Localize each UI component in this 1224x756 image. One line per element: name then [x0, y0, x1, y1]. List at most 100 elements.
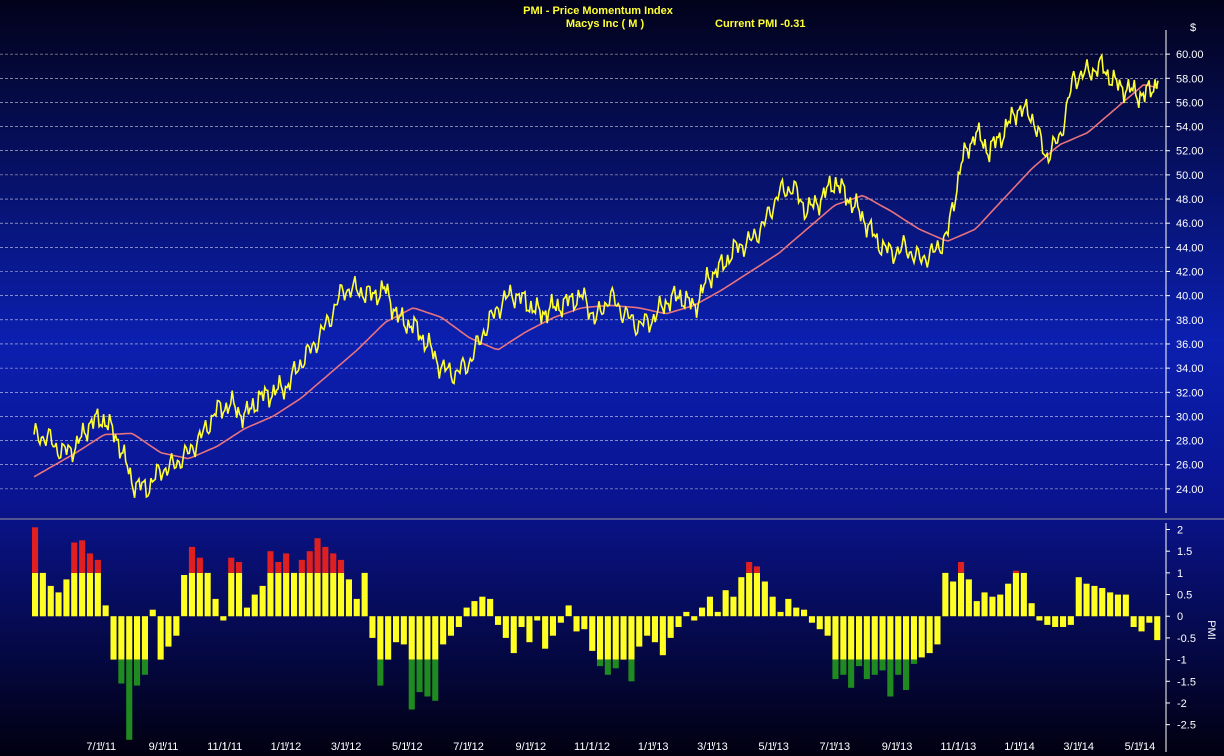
pmi-bar: [848, 659, 855, 688]
x-tick-label: 7/1/13: [820, 741, 851, 753]
pmi-y-tick-label: -1.5: [1177, 676, 1196, 688]
pmi-bar: [259, 585, 266, 617]
pmi-bar: [1114, 594, 1121, 617]
pmi-bar: [675, 616, 682, 627]
pmi-bar: [330, 572, 337, 617]
pmi-bar: [691, 616, 698, 621]
pmi-bar: [730, 596, 737, 617]
pmi-bar: [832, 659, 839, 680]
pmi-bar: [1154, 616, 1161, 641]
pmi-bar: [267, 572, 274, 617]
pmi-bar: [1138, 616, 1145, 632]
pmi-bar: [903, 659, 910, 690]
pmi-y-tick-label: 2: [1177, 525, 1183, 537]
pmi-bar: [1012, 572, 1019, 617]
pmi-bar: [863, 616, 870, 660]
pmi-bar: [212, 598, 219, 617]
pmi-y-tick-label: 1: [1177, 568, 1183, 580]
x-tick-label: 1/1/12: [271, 741, 302, 753]
pmi-bar: [471, 601, 478, 617]
pmi-bar: [243, 607, 250, 617]
pmi-bar: [71, 542, 78, 573]
pmi-bar: [432, 616, 439, 660]
pmi-bar: [502, 616, 509, 638]
pmi-bar: [385, 616, 392, 660]
price-y-tick-label: 26.00: [1176, 460, 1204, 472]
pmi-bar: [785, 598, 792, 617]
pmi-bar: [86, 572, 93, 617]
pmi-bar: [958, 562, 965, 573]
pmi-bar: [761, 581, 768, 617]
pmi-bar: [824, 616, 831, 636]
pmi-y-tick-label: 1.5: [1177, 546, 1192, 558]
pmi-bar: [918, 616, 925, 658]
pmi-bar: [39, 572, 46, 617]
pmi-bar: [102, 605, 109, 617]
pmi-bar: [141, 659, 148, 675]
pmi-bar: [267, 551, 274, 573]
pmi-bar: [322, 572, 329, 617]
pmi-bar: [801, 609, 808, 617]
pmi-bar: [330, 553, 337, 573]
pmi-bar: [903, 616, 910, 660]
price-y-tick-label: 54.00: [1176, 122, 1204, 134]
pmi-bar: [447, 616, 454, 636]
pmi-bar: [181, 575, 188, 617]
pmi-bar: [659, 616, 666, 656]
pmi-bar: [856, 659, 863, 667]
pmi-bar: [934, 616, 941, 645]
pmi-bar: [94, 559, 101, 573]
pmi-bar: [1020, 572, 1027, 617]
pmi-bar: [236, 572, 243, 617]
pmi-bar: [769, 596, 776, 617]
pmi-bar: [275, 562, 282, 573]
pmi-axis-label: PMI: [1205, 620, 1217, 640]
pmi-bar: [879, 616, 886, 660]
price-y-tick-label: 34.00: [1176, 363, 1204, 375]
pmi-bar: [291, 572, 298, 617]
pmi-bar: [220, 616, 227, 621]
pmi-bar: [612, 616, 619, 660]
pmi-bar: [887, 659, 894, 697]
pmi-bar: [651, 616, 658, 643]
pmi-bar: [298, 559, 305, 573]
pmi-bar: [393, 616, 400, 643]
price-y-tick-label: 42.00: [1176, 267, 1204, 279]
pmi-bar: [479, 596, 486, 617]
current-pmi: Current PMI -0.31: [715, 18, 805, 30]
pmi-bar: [455, 616, 462, 627]
pmi-bar: [1146, 616, 1153, 623]
pmi-bar: [746, 572, 753, 617]
x-tick-label: 7/1/12: [453, 741, 484, 753]
price-y-tick-label: 44.00: [1176, 242, 1204, 254]
pmi-bar: [636, 616, 643, 647]
pmi-bar: [604, 659, 611, 675]
pmi-bar: [612, 659, 619, 669]
pmi-chart: PMI - Price Momentum Index Macys Inc ( M…: [0, 0, 1224, 756]
pmi-bar: [981, 592, 988, 617]
pmi-bar: [141, 616, 148, 660]
pmi-bar: [706, 596, 713, 617]
x-tick-label: 3/1/13: [697, 741, 728, 753]
pmi-bar: [644, 616, 651, 636]
pmi-bar: [338, 572, 345, 617]
pmi-bar: [314, 538, 321, 573]
pmi-bar: [597, 616, 604, 660]
price-y-tick-label: 36.00: [1176, 339, 1204, 351]
pmi-bar: [408, 659, 415, 710]
pmi-bar: [63, 579, 70, 617]
price-y-tick-label: 46.00: [1176, 218, 1204, 230]
pmi-bar: [1107, 592, 1114, 617]
pmi-bar: [283, 553, 290, 573]
pmi-bar: [165, 616, 172, 647]
pmi-bar: [424, 659, 431, 697]
pmi-bar: [1067, 616, 1074, 625]
pmi-bar: [604, 616, 611, 660]
price-y-tick-label: 60.00: [1176, 49, 1204, 61]
pmi-bar: [1122, 594, 1129, 617]
pmi-y-tick-label: 0: [1177, 611, 1183, 623]
pmi-bar: [746, 562, 753, 573]
pmi-bar: [1012, 570, 1019, 573]
price-y-tick-label: 32.00: [1176, 387, 1204, 399]
pmi-bar: [832, 616, 839, 660]
